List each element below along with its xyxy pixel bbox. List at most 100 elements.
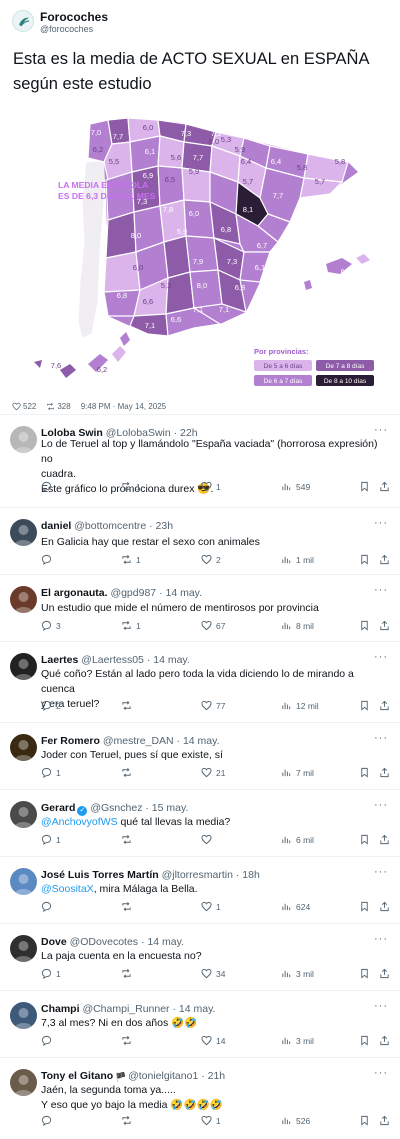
- post-timestamp[interactable]: 9:48 PM · May 14, 2025: [81, 402, 166, 411]
- reply-author-name[interactable]: El argonauta.: [41, 587, 108, 599]
- more-icon[interactable]: ···: [374, 799, 388, 811]
- bookmark-button[interactable]: [359, 901, 370, 912]
- repost-button[interactable]: [121, 767, 136, 778]
- views-button[interactable]: 6 mil: [281, 834, 314, 845]
- bookmark-button[interactable]: [359, 700, 370, 711]
- mention-link[interactable]: @AnchovyofWS: [41, 816, 118, 828]
- reply-item[interactable]: José Luis Torres Martín @jltorresmartin …: [0, 864, 400, 931]
- repost-button[interactable]: [121, 901, 136, 912]
- reply-avatar[interactable]: [10, 801, 37, 828]
- reply-avatar[interactable]: [10, 734, 37, 761]
- reply-avatar[interactable]: [10, 653, 37, 680]
- share-button[interactable]: [379, 1035, 390, 1046]
- more-icon[interactable]: ···: [374, 584, 388, 596]
- reply-author-handle[interactable]: @Champi_Runner: [82, 1003, 169, 1015]
- bookmark-button[interactable]: [359, 1035, 370, 1046]
- share-button[interactable]: [379, 481, 390, 492]
- reply-time[interactable]: · 18h: [236, 869, 260, 881]
- like-button[interactable]: 1: [201, 901, 221, 912]
- reply-button[interactable]: [41, 481, 56, 492]
- share-button[interactable]: [379, 901, 390, 912]
- reply-button[interactable]: [41, 901, 56, 912]
- share-button[interactable]: [379, 968, 390, 979]
- bookmark-button[interactable]: [359, 554, 370, 565]
- share-button[interactable]: [379, 834, 390, 845]
- repost-button[interactable]: 1: [121, 620, 141, 631]
- reply-time[interactable]: · 14 may.: [177, 735, 220, 747]
- bookmark-button[interactable]: [359, 834, 370, 845]
- reply-author-handle[interactable]: @tonielgitano1: [128, 1070, 198, 1082]
- like-button[interactable]: 1: [201, 1115, 221, 1126]
- reply-item[interactable]: Champi @Champi_Runner · 14 may. ··· 7,3 al…: [0, 998, 400, 1065]
- reply-button[interactable]: [41, 554, 56, 565]
- repost-button[interactable]: [121, 700, 136, 711]
- reply-time[interactable]: · 14 may.: [159, 587, 202, 599]
- share-button[interactable]: [379, 700, 390, 711]
- views-button[interactable]: 8 mil: [281, 620, 314, 631]
- repost-button[interactable]: [121, 1115, 136, 1126]
- views-button[interactable]: 1 mil: [281, 554, 314, 565]
- reply-item[interactable]: Gerard ✓ @Gsnchez · 15 may. ··· @AnchovyofW…: [0, 797, 400, 864]
- reply-author-handle[interactable]: @ODovecotes: [70, 936, 138, 948]
- repost-button[interactable]: [121, 834, 136, 845]
- reply-author-name[interactable]: Gerard: [41, 802, 75, 814]
- author-handle[interactable]: @forocoches: [40, 24, 108, 35]
- reply-time[interactable]: · 15 may.: [145, 802, 188, 814]
- share-button[interactable]: [379, 767, 390, 778]
- more-icon[interactable]: ···: [374, 1000, 388, 1012]
- repost-button[interactable]: 1: [121, 554, 141, 565]
- reply-author-name[interactable]: Fer Romero: [41, 735, 100, 747]
- author-name[interactable]: Forocoches: [40, 10, 108, 24]
- views-button[interactable]: 12 mil: [281, 700, 319, 711]
- reply-avatar[interactable]: [10, 1002, 37, 1029]
- reply-button[interactable]: 2: [41, 700, 61, 711]
- reply-author-name[interactable]: Laertes: [41, 654, 78, 666]
- share-button[interactable]: [379, 554, 390, 565]
- repost-button[interactable]: 1: [121, 481, 141, 492]
- reply-button[interactable]: 1: [41, 767, 61, 778]
- reply-button[interactable]: 3: [41, 620, 61, 631]
- bookmark-button[interactable]: [359, 481, 370, 492]
- reply-button[interactable]: [41, 1035, 56, 1046]
- repost-button[interactable]: [121, 968, 136, 979]
- reply-item[interactable]: Dove @ODovecotes · 14 may. ··· La paja cue…: [0, 931, 400, 998]
- views-button[interactable]: 526: [281, 1115, 310, 1126]
- like-button[interactable]: 34: [201, 968, 225, 979]
- reply-author-handle[interactable]: @gpd987: [110, 587, 156, 599]
- forocoches-avatar[interactable]: [12, 10, 34, 32]
- reply-avatar[interactable]: [10, 1069, 37, 1096]
- bookmark-button[interactable]: [359, 767, 370, 778]
- reply-avatar[interactable]: [10, 586, 37, 613]
- reply-avatar[interactable]: [10, 868, 37, 895]
- repost-button[interactable]: [121, 1035, 136, 1046]
- reply-author-handle[interactable]: @bottomcentre: [74, 520, 146, 532]
- more-icon[interactable]: ···: [374, 424, 388, 436]
- views-button[interactable]: 7 mil: [281, 767, 314, 778]
- more-icon[interactable]: ···: [374, 933, 388, 945]
- reply-item[interactable]: Laertes @Laertess05 · 14 may. ··· Qué coño…: [0, 649, 400, 729]
- views-button[interactable]: 549: [281, 481, 310, 492]
- reply-author-name[interactable]: Champi: [41, 1003, 80, 1015]
- like-button[interactable]: 21: [201, 767, 225, 778]
- reply-item[interactable]: El argonauta. @gpd987 · 14 may. ··· Un est…: [0, 582, 400, 649]
- like-button[interactable]: 1: [201, 481, 221, 492]
- mention-link[interactable]: @SoositaX: [41, 883, 94, 895]
- reply-avatar[interactable]: [10, 935, 37, 962]
- like-button[interactable]: 67: [201, 620, 225, 631]
- reply-author-handle[interactable]: @mestre_DAN: [103, 735, 174, 747]
- more-icon[interactable]: ···: [374, 1067, 388, 1079]
- share-button[interactable]: [379, 620, 390, 631]
- reply-item[interactable]: Fer Romero @mestre_DAN · 14 may. ··· Joder…: [0, 730, 400, 797]
- views-button[interactable]: 624: [281, 901, 310, 912]
- like-button[interactable]: 14: [201, 1035, 225, 1046]
- reply-button[interactable]: [41, 1115, 56, 1126]
- bookmark-button[interactable]: [359, 620, 370, 631]
- more-icon[interactable]: ···: [374, 517, 388, 529]
- post-reposts[interactable]: 328: [46, 402, 71, 411]
- share-button[interactable]: [379, 1115, 390, 1126]
- reply-author-name[interactable]: Dove: [41, 936, 67, 948]
- post-likes[interactable]: 522: [12, 402, 36, 411]
- reply-item[interactable]: daniel @bottomcentre · 23h ··· En Galicia …: [0, 515, 400, 582]
- like-button[interactable]: [201, 834, 216, 845]
- reply-time[interactable]: · 14 may.: [147, 654, 190, 666]
